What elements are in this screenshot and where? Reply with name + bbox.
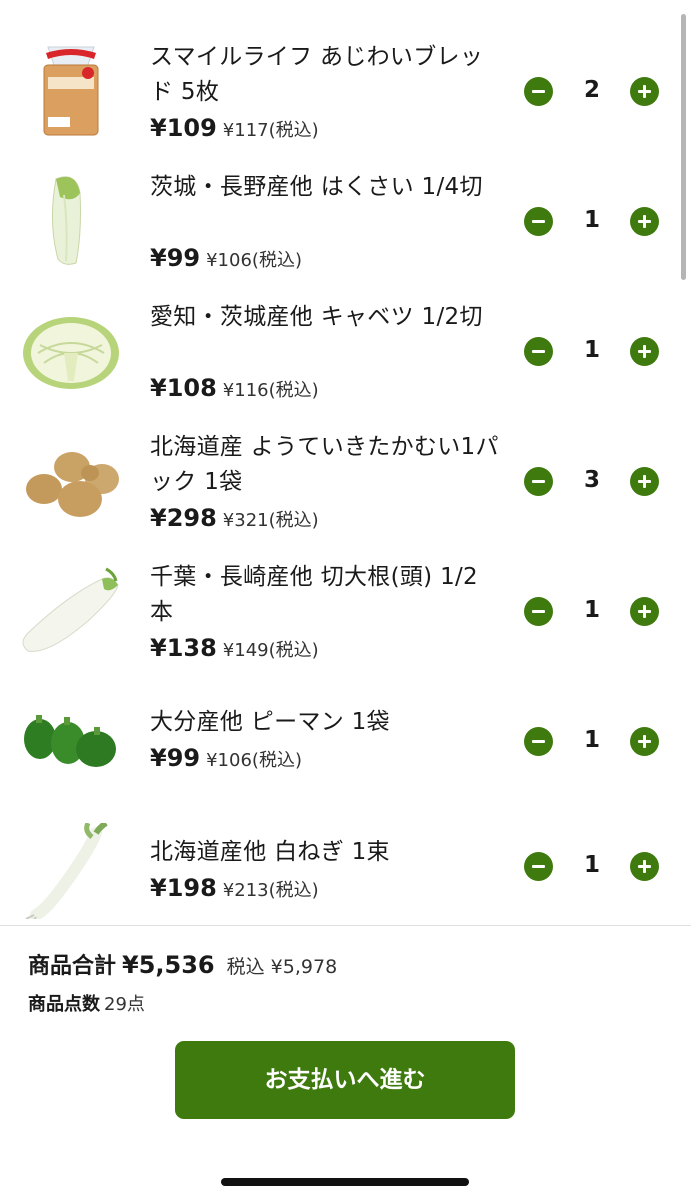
increase-quantity-button[interactable] — [630, 852, 659, 881]
product-name: 千葉・長崎産他 切大根(頭) 1/2本 — [150, 564, 478, 625]
increase-quantity-button[interactable] — [630, 77, 659, 106]
cart-item-list[interactable]: スマイルライフ あじわいブレッド 5枚 ¥109 ¥117(税込) 2 茨城・長野… — [0, 0, 691, 925]
price: ¥99 — [150, 744, 201, 772]
quantity-value: 3 — [583, 467, 600, 493]
quantity-value: 1 — [583, 597, 600, 623]
product-name: 北海道産 ようていきたかむい1パック 1袋 — [150, 434, 499, 495]
product-name: 愛知・茨城産他 キャベツ 1/2切 — [150, 304, 483, 330]
product-name: スマイルライフ あじわいブレッド 5枚 — [150, 44, 484, 105]
price-row: ¥109 ¥117(税込) — [150, 114, 319, 142]
tax-included-price: ¥149(税込) — [222, 640, 319, 661]
price-row: ¥99 ¥106(税込) — [150, 744, 302, 772]
cart-item-green-pepper: 大分産他 ピーマン 1袋 ¥99 ¥106(税込) 1 — [0, 675, 691, 805]
minus-icon — [532, 740, 545, 743]
minus-icon — [532, 220, 545, 223]
decrease-quantity-button[interactable] — [524, 467, 553, 496]
napa-cabbage-image — [18, 173, 124, 269]
subtotal-row: 商品合計 ¥5,536 税込 ¥5,978 — [28, 948, 337, 980]
tax-included-price: ¥213(税込) — [222, 880, 319, 901]
subtotal-tax-included: 税込 ¥5,978 — [226, 956, 338, 978]
home-indicator[interactable] — [221, 1178, 469, 1186]
divider — [0, 925, 691, 926]
scrollbar[interactable] — [681, 14, 686, 280]
subtotal-value: ¥5,536 — [122, 951, 215, 979]
quantity-value: 1 — [583, 852, 600, 878]
decrease-quantity-button[interactable] — [524, 337, 553, 366]
decrease-quantity-button[interactable] — [524, 77, 553, 106]
tax-included-price: ¥117(税込) — [222, 120, 319, 141]
minus-icon — [532, 610, 545, 613]
minus-icon — [532, 350, 545, 353]
cart-summary: 商品合計 ¥5,536 税込 ¥5,978 商品点数 29点 — [28, 948, 337, 1016]
cart-item-potato: 北海道産 ようていきたかむい1パック 1袋 ¥298 ¥321(税込) 3 — [0, 415, 691, 545]
price-row: ¥138 ¥149(税込) — [150, 634, 319, 662]
item-count-value: 29点 — [104, 994, 145, 1015]
minus-icon — [532, 90, 545, 93]
product-name: 大分産他 ピーマン 1袋 — [150, 709, 390, 735]
quantity-value: 1 — [583, 207, 600, 233]
price: ¥198 — [150, 874, 217, 902]
product-name: 北海道産他 白ねぎ 1束 — [150, 839, 390, 865]
decrease-quantity-button[interactable] — [524, 207, 553, 236]
minus-icon — [532, 480, 545, 483]
green-pepper-image — [18, 693, 124, 789]
cart-item-napa-cabbage: 茨城・長野産他 はくさい 1/4切 ¥99 ¥106(税込) 1 — [0, 155, 691, 285]
increase-quantity-button[interactable] — [630, 207, 659, 236]
price: ¥298 — [150, 504, 217, 532]
increase-quantity-button[interactable] — [630, 337, 659, 366]
price: ¥138 — [150, 634, 217, 662]
quantity-value: 1 — [583, 727, 600, 753]
price: ¥109 — [150, 114, 217, 142]
cart-item-daikon: 千葉・長崎産他 切大根(頭) 1/2本 ¥138 ¥149(税込) 1 — [0, 545, 691, 675]
price-row: ¥198 ¥213(税込) — [150, 874, 319, 902]
increase-quantity-button[interactable] — [630, 467, 659, 496]
price: ¥108 — [150, 374, 217, 402]
increase-quantity-button[interactable] — [630, 727, 659, 756]
daikon-image — [18, 563, 124, 659]
bread-image — [18, 43, 124, 139]
price-row: ¥99 ¥106(税込) — [150, 244, 302, 272]
decrease-quantity-button[interactable] — [524, 852, 553, 881]
minus-icon — [532, 865, 545, 868]
item-count-label: 商品点数 — [28, 994, 100, 1015]
decrease-quantity-button[interactable] — [524, 727, 553, 756]
cart-item-cabbage: 愛知・茨城産他 キャベツ 1/2切 ¥108 ¥116(税込) 1 — [0, 285, 691, 415]
tax-included-price: ¥106(税込) — [206, 250, 302, 271]
product-name: 茨城・長野産他 はくさい 1/4切 — [150, 174, 483, 200]
decrease-quantity-button[interactable] — [524, 597, 553, 626]
price-row: ¥108 ¥116(税込) — [150, 374, 319, 402]
leek-image — [18, 823, 124, 919]
price: ¥99 — [150, 244, 201, 272]
potato-image — [18, 433, 124, 529]
cart-item-leek: 北海道産他 白ねぎ 1束 ¥198 ¥213(税込) 1 — [0, 805, 691, 925]
proceed-to-payment-button[interactable]: お支払いへ進む — [175, 1041, 515, 1119]
cart-item-bread: スマイルライフ あじわいブレッド 5枚 ¥109 ¥117(税込) 2 — [0, 25, 691, 155]
increase-quantity-button[interactable] — [630, 597, 659, 626]
item-count-row: 商品点数 29点 — [28, 990, 337, 1016]
subtotal-label: 商品合計 — [28, 954, 117, 979]
quantity-value: 1 — [583, 337, 600, 363]
cabbage-image — [18, 303, 124, 399]
tax-included-price: ¥321(税込) — [222, 510, 319, 531]
tax-included-price: ¥116(税込) — [222, 380, 319, 401]
price-row: ¥298 ¥321(税込) — [150, 504, 319, 532]
quantity-value: 2 — [583, 77, 600, 103]
tax-included-price: ¥106(税込) — [206, 750, 302, 771]
